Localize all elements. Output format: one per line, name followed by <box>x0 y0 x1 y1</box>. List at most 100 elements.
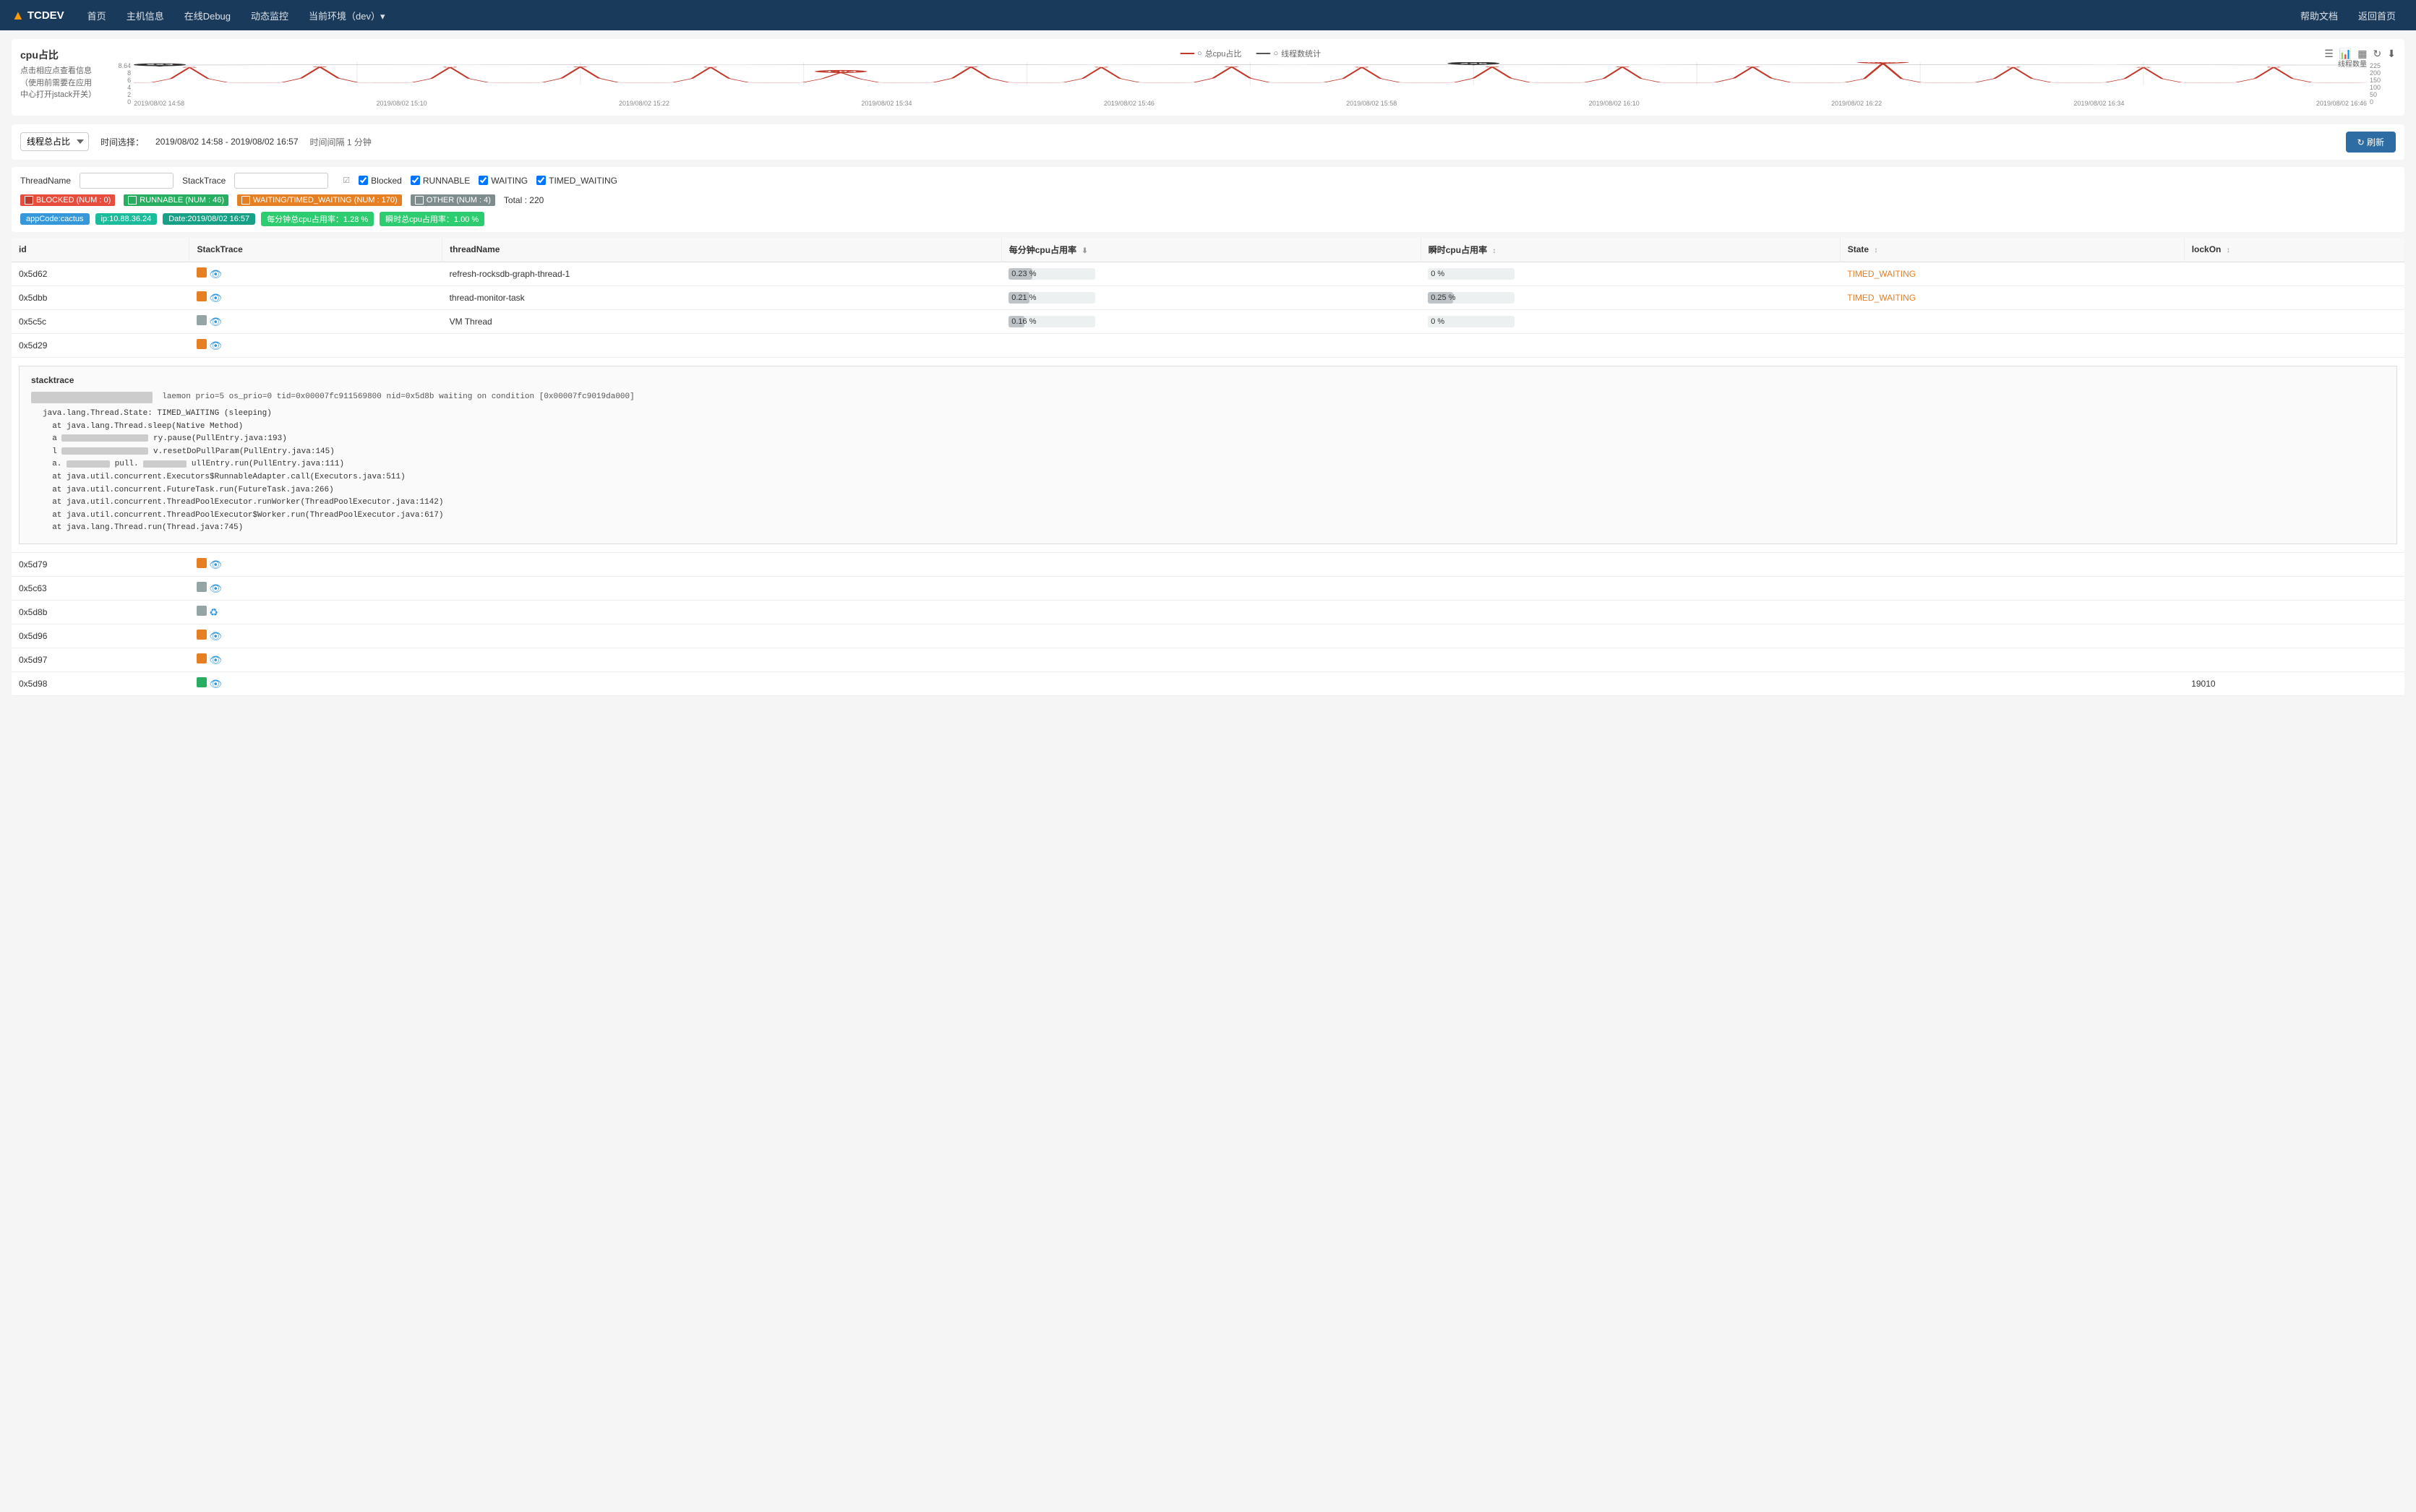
sort-icon-cpu-per-min: ⬇ <box>1081 247 1087 255</box>
chart-title: cpu占比 <box>20 48 96 62</box>
tag-ip: ip:10.88.36.24 <box>95 213 158 225</box>
cell-empty <box>442 601 2404 624</box>
color-dot-orange <box>197 267 207 278</box>
thread-name-input[interactable] <box>80 173 174 189</box>
stacktrace-expanded-row: stacktrace ■ ■ ■ ■ ■ ■ ■ ■ ■ ■ laemon pr… <box>12 357 2404 553</box>
logo-icon: ▲ <box>12 8 25 23</box>
color-dot-orange <box>197 339 207 349</box>
tag-cpu-per-min: 每分钟总cpu占用率：1.28 % <box>261 212 374 226</box>
chart-svg-area: 223 1.03 225 <box>134 62 2367 85</box>
color-dot-orange <box>197 630 207 640</box>
tag-date: Date:2019/08/02 16:57 <box>163 213 255 225</box>
chart-icon-refresh[interactable]: ↻ <box>2373 48 2382 60</box>
total-count: Total : 220 <box>504 195 544 205</box>
eye-icon[interactable]: 👁 <box>209 292 222 304</box>
chart-xaxis: 2019/08/02 14:58 2019/08/02 15:10 2019/0… <box>134 100 2367 107</box>
progress-text-instant: 0 % <box>1431 268 1444 280</box>
stacktrace-line: at java.util.concurrent.ThreadPoolExecut… <box>31 510 2385 523</box>
sort-icon-cpu-instant: ↕ <box>1492 247 1496 255</box>
progress-wrap: 0.21 % <box>1008 292 1095 304</box>
cell-empty <box>442 553 2404 577</box>
navbar-item-help[interactable]: 帮助文档 <box>2292 0 2347 30</box>
stacktrace-panel: stacktrace ■ ■ ■ ■ ■ ■ ■ ■ ■ ■ laemon pr… <box>19 366 2397 545</box>
stacktrace-line: java.lang.Thread.State: TIMED_WAITING (s… <box>31 408 2385 421</box>
col-state[interactable]: State ↕ <box>1840 238 2184 262</box>
table-wrap: id StackTrace threadName 每分钟cpu占用率 ⬇ 瞬时c… <box>12 238 2404 697</box>
logo-text: TCDEV <box>27 9 64 22</box>
col-stacktrace: StackTrace <box>189 238 442 262</box>
eye-icon[interactable]: 👁 <box>209 316 222 327</box>
col-lockon[interactable]: lockOn ↕ <box>2184 238 2404 262</box>
checkbox-blocked[interactable]: Blocked <box>359 176 402 186</box>
legend-cpu: ○ 总cpu占比 <box>1180 48 1241 59</box>
stacktrace-line: at java.util.concurrent.ThreadPoolExecut… <box>31 497 2385 510</box>
interval-label: 时间间隔 1 分钟 <box>310 136 372 148</box>
navbar-item-hostinfo[interactable]: 主机信息 <box>118 0 173 30</box>
svg-text:223: 223 <box>146 64 174 65</box>
cell-cpu-instant: 0 % <box>1421 309 1840 333</box>
eye-icon[interactable]: ♻ <box>209 606 218 618</box>
stacktrace-line: at java.lang.Thread.run(Thread.java:745) <box>31 522 2385 535</box>
sort-icon-state: ↕ <box>1874 246 1877 254</box>
navbar-item-home-back[interactable]: 返回首页 <box>2349 0 2404 30</box>
checkbox-runnable[interactable]: RUNNABLE <box>411 176 470 186</box>
progress-text-instant: 0 % <box>1431 316 1444 327</box>
eye-icon[interactable]: 👁 <box>209 654 222 666</box>
state-value: TIMED_WAITING <box>1847 269 1916 279</box>
tag-appcode: appCode:cactus <box>20 213 90 225</box>
eye-icon[interactable]: 👁 <box>209 583 222 594</box>
col-threadname: threadName <box>442 238 1002 262</box>
table-row: 0x5d62 👁 refresh-rocksdb-graph-thread-1 … <box>12 262 2404 285</box>
table-row: 0x5d29 👁 <box>12 333 2404 357</box>
stacktrace-line: at java.util.concurrent.FutureTask.run(F… <box>31 484 2385 497</box>
tag-cpu-instant: 瞬时总cpu占用率：1.00 % <box>380 212 484 226</box>
cell-id: 0x5d62 <box>12 262 189 285</box>
cell-stacktrace-icon: ♻ <box>189 601 442 624</box>
chart-legend: ○ 总cpu占比 ○ 线程数统计 <box>1180 48 1321 59</box>
time-label: 时间选择： <box>100 136 144 148</box>
table-row: 0x5d98 👁 19010 <box>12 672 2404 696</box>
eye-icon[interactable]: 👁 <box>209 559 222 570</box>
navbar-item-home[interactable]: 首页 <box>79 0 115 30</box>
checkbox-timed-waiting[interactable]: TIMED_WAITING <box>536 176 617 186</box>
chart-icon-download[interactable]: ⬇ <box>2387 48 2396 60</box>
color-dot-orange <box>197 653 207 663</box>
eye-icon[interactable]: 👁 <box>209 340 222 351</box>
navbar-item-env[interactable]: 当前环境（dev）▾ <box>300 0 394 30</box>
col-cpu-per-min[interactable]: 每分钟cpu占用率 ⬇ <box>1001 238 1421 262</box>
eye-icon[interactable]: 👁 <box>209 268 222 280</box>
table-row: 0x5dbb 👁 thread-monitor-task 0.21 % <box>12 285 2404 309</box>
navbar-item-monitor[interactable]: 动态监控 <box>242 0 297 30</box>
stacktrace-line: a. pull. ullEntry.run(PullEntry.java:111… <box>31 458 2385 471</box>
cell-stacktrace-icon: 👁 <box>189 262 442 285</box>
cell-id: 0x5dbb <box>12 285 189 309</box>
cell-id: 0x5c63 <box>12 577 189 601</box>
chart-icon-list[interactable]: ☰ <box>2324 48 2334 60</box>
chart-hint: 点击相应点查看信息 （使用前需要在应用 中心打开jstack开关） <box>20 65 96 101</box>
navbar-item-debug[interactable]: 在线Debug <box>176 0 239 30</box>
progress-text: 0.16 % <box>1011 316 1036 327</box>
cell-id: 0x5d8b <box>12 601 189 624</box>
table-row: 0x5d79 👁 <box>12 553 2404 577</box>
progress-wrap: 0.23 % <box>1008 268 1095 280</box>
eye-icon[interactable]: 👁 <box>209 678 222 690</box>
cell-cpu-per-min: 0.16 % <box>1001 309 1421 333</box>
checkbox-waiting[interactable]: WAITING <box>479 176 528 186</box>
filter-line2: BLOCKED (NUM : 0) RUNNABLE (NUM : 46) WA… <box>20 194 2396 206</box>
col-cpu-instant[interactable]: 瞬时cpu占用率 ↕ <box>1421 238 1840 262</box>
navbar-right: 帮助文档 返回首页 <box>2292 0 2404 30</box>
process-select[interactable]: 线程总占比 <box>20 132 89 151</box>
badge-other: OTHER (NUM : 4) <box>411 194 495 206</box>
stacktrace-cell: stacktrace ■ ■ ■ ■ ■ ■ ■ ■ ■ ■ laemon pr… <box>12 357 2404 553</box>
refresh-button[interactable]: ↻ 刷新 <box>2346 132 2396 153</box>
svg-text:1.03: 1.03 <box>825 71 857 72</box>
eye-icon[interactable]: 👁 <box>209 630 222 642</box>
filter-line3: appCode:cactus ip:10.88.36.24 Date:2019/… <box>20 212 2396 226</box>
badge-blocked: BLOCKED (NUM : 0) <box>20 194 115 206</box>
cell-empty <box>442 624 2404 648</box>
cell-empty <box>442 333 2404 357</box>
stack-trace-input[interactable] <box>234 173 328 189</box>
badge-runnable: RUNNABLE (NUM : 46) <box>124 194 228 206</box>
table-row: 0x5c5c 👁 VM Thread 0.16 % <box>12 309 2404 333</box>
progress-text: 0.21 % <box>1011 292 1036 304</box>
